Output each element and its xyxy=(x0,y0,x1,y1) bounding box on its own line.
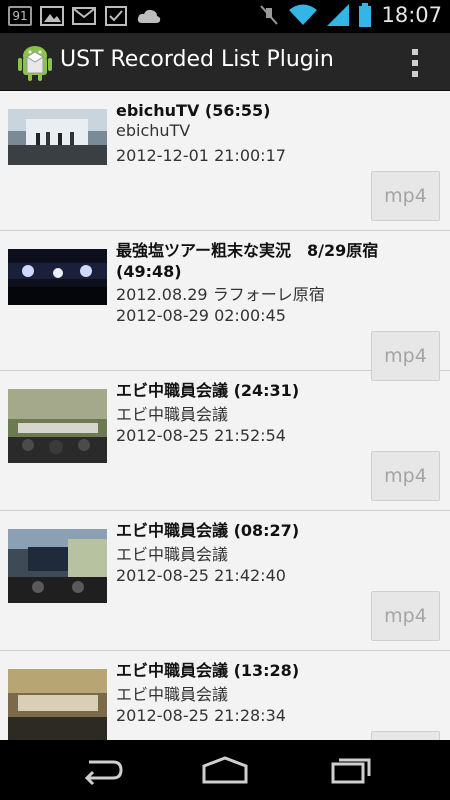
item-title: エビ中職員会議 (24:31) xyxy=(116,381,300,400)
battery-icon xyxy=(359,3,372,27)
list-item[interactable]: ebichuTV (56:55) ebichuTV 2012-12-01 21:… xyxy=(0,91,450,231)
video-thumbnail xyxy=(8,109,107,165)
task-icon xyxy=(105,6,127,26)
list-item[interactable]: エビ中職員会議 (24:31) エビ中職員会議 2012-08-25 21:52… xyxy=(0,371,450,511)
item-title: ebichuTV (56:55) xyxy=(116,101,271,120)
system-icons: 18:07 xyxy=(259,3,442,27)
list-item[interactable]: 最強塩ツアー粗末な実況 8/29原宿 (49:48) 2012.08.29 ラフ… xyxy=(0,231,450,381)
home-icon[interactable] xyxy=(200,754,250,786)
overflow-menu-icon[interactable] xyxy=(410,48,420,78)
item-subtitle: ebichuTV xyxy=(116,121,191,140)
item-title: エビ中職員会議 (13:28) xyxy=(116,661,300,680)
item-date: 2012-08-25 21:42:40 xyxy=(116,566,286,585)
list-item[interactable]: エビ中職員会議 (13:28) エビ中職員会議 2012-08-25 21:28… xyxy=(0,651,450,740)
status-bar: 91 18:07 xyxy=(0,0,450,33)
item-title: エビ中職員会議 (08:27) xyxy=(116,521,300,540)
mp4-button[interactable]: mp4 xyxy=(371,591,440,641)
notification-icons: 91 xyxy=(8,6,162,26)
video-thumbnail xyxy=(8,669,107,740)
navigation-bar xyxy=(0,740,450,800)
clock: 18:07 xyxy=(381,3,442,27)
wifi-icon xyxy=(289,4,318,25)
item-subtitle: エビ中職員会議 xyxy=(116,405,229,424)
action-bar: UST Recorded List Plugin xyxy=(0,33,450,91)
mute-icon xyxy=(260,5,279,25)
android-icon[interactable] xyxy=(17,43,53,81)
back-icon[interactable] xyxy=(75,754,125,786)
video-thumbnail xyxy=(8,529,107,603)
video-thumbnail xyxy=(8,389,107,463)
recorded-list[interactable]: ebichuTV (56:55) ebichuTV 2012-12-01 21:… xyxy=(0,91,450,740)
list-item[interactable]: エビ中職員会議 (08:27) エビ中職員会議 2012-08-25 21:42… xyxy=(0,511,450,651)
notification-91-icon: 91 xyxy=(8,6,32,26)
item-title: 最強塩ツアー粗末な実況 8/29原宿 (49:48) xyxy=(116,241,379,281)
image-icon xyxy=(40,6,64,26)
item-subtitle: エビ中職員会議 xyxy=(116,685,229,704)
cloud-icon xyxy=(137,9,161,23)
gmail-icon xyxy=(72,7,96,25)
item-subtitle: 2012.08.29 ラフォーレ原宿 xyxy=(116,285,325,304)
item-date: 2012-08-25 21:28:34 xyxy=(116,706,286,725)
mp4-button[interactable]: mp4 xyxy=(371,731,440,740)
item-date: 2012-08-25 21:52:54 xyxy=(116,426,286,445)
mp4-button[interactable]: mp4 xyxy=(371,171,440,221)
item-date: 2012-12-01 21:00:17 xyxy=(116,146,286,165)
app-title: UST Recorded List Plugin xyxy=(60,47,334,72)
item-subtitle: エビ中職員会議 xyxy=(116,545,229,564)
video-thumbnail xyxy=(8,249,107,305)
mp4-button[interactable]: mp4 xyxy=(371,451,440,501)
item-date: 2012-08-29 02:00:45 xyxy=(116,306,286,325)
recent-apps-icon[interactable] xyxy=(327,754,377,786)
signal-icon xyxy=(327,4,350,26)
